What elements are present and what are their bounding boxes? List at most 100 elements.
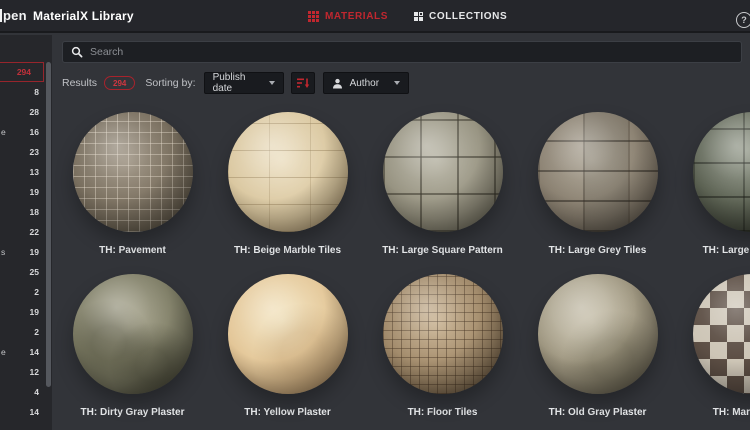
material-sphere-preview[interactable]: [692, 274, 750, 394]
material-card[interactable]: TH: Dirty Gray Plaster: [55, 268, 210, 430]
materials-grid-icon: [308, 11, 319, 22]
sidebar-category-row[interactable]: 28: [0, 102, 52, 122]
sidebar-category-row[interactable]: 2: [0, 282, 52, 302]
material-sphere-preview[interactable]: [537, 112, 658, 232]
material-sphere-preview[interactable]: [72, 274, 193, 394]
material-card[interactable]: TH: Large Grey Tiles: [520, 106, 675, 268]
material-name: TH: Beige Marble Tiles: [233, 245, 342, 256]
sidebar-category-row[interactable]: 22: [0, 222, 52, 242]
materials-grid: TH: Pavement TH: Beige Marble Tiles TH: La…: [55, 106, 750, 430]
category-count: 19: [29, 187, 39, 197]
category-label-fragment: e: [1, 127, 6, 137]
material-name: TH: Pavement: [99, 245, 166, 256]
category-count: 19: [29, 307, 39, 317]
material-card[interactable]: TH: Marble Floor: [675, 268, 750, 430]
material-sphere-preview[interactable]: [382, 274, 503, 394]
sidebar-category-list: 8 28 e 16 23 13 19 18 22 s 19 25 2 19 2 e 14 12 4 14: [0, 82, 52, 422]
category-label-fragment: e: [1, 347, 6, 357]
material-name: TH: Large Square Pattern: [382, 245, 503, 256]
category-count: 8: [34, 87, 39, 97]
logo-fragment-bar: [0, 9, 2, 22]
sidebar-category-row[interactable]: 25: [0, 262, 52, 282]
app-title: MaterialX Library: [33, 9, 134, 23]
category-count: 14: [29, 407, 39, 417]
author-filter-dropdown[interactable]: Author: [322, 72, 409, 94]
material-name: TH: Yellow Plaster: [244, 407, 331, 418]
sorting-by-label: Sorting by:: [145, 77, 196, 89]
search-icon: [71, 46, 83, 58]
sidebar-category-row[interactable]: 13: [0, 162, 52, 182]
category-count: 23: [29, 147, 39, 157]
category-count: 12: [29, 367, 39, 377]
sidebar-category-row[interactable]: e 14: [0, 342, 52, 362]
sidebar-category-row[interactable]: 8: [0, 82, 52, 102]
category-count: 14: [29, 347, 39, 357]
material-card[interactable]: TH: Beige Marble Tiles: [210, 106, 365, 268]
category-sidebar: 294 8 28 e 16 23 13 19 18 22 s 19 25 2 19 2 e 14 12 4 14: [0, 35, 52, 430]
material-sphere-preview[interactable]: [537, 274, 658, 394]
material-card[interactable]: TH: Large Floor Tiles: [675, 106, 750, 268]
sidebar-category-row[interactable]: 19: [0, 182, 52, 202]
category-label-fragment: s: [1, 247, 6, 257]
results-toolbar: Results 294 Sorting by: Publish date Aut…: [62, 71, 409, 95]
search-input[interactable]: [90, 46, 733, 58]
sidebar-scrollbar[interactable]: [46, 62, 51, 387]
sort-field-value: Publish date: [212, 72, 246, 94]
sidebar-category-row[interactable]: 2: [0, 322, 52, 342]
results-label: Results: [62, 77, 98, 89]
category-count: 25: [29, 267, 39, 277]
sidebar-category-row[interactable]: 12: [0, 362, 52, 382]
collections-squares-icon: [414, 12, 423, 21]
category-count: 2: [34, 287, 39, 297]
sidebar-category-row[interactable]: 4: [0, 382, 52, 402]
material-sphere-preview[interactable]: [227, 274, 348, 394]
material-sphere-preview[interactable]: [382, 112, 503, 232]
sort-direction-button[interactable]: [290, 72, 315, 94]
sort-field-dropdown[interactable]: Publish date: [203, 72, 284, 94]
chevron-down-icon: [268, 81, 275, 85]
material-card[interactable]: TH: Yellow Plaster: [210, 268, 365, 430]
category-count: 16: [29, 127, 39, 137]
main-nav-tabs: MATERIALS COLLECTIONS: [308, 0, 507, 33]
material-sphere-preview[interactable]: [227, 112, 348, 232]
material-name: TH: Marble Floor: [712, 407, 750, 418]
tab-collections[interactable]: COLLECTIONS: [414, 11, 507, 22]
material-card[interactable]: TH: Large Square Pattern: [365, 106, 520, 268]
tab-collections-label: COLLECTIONS: [429, 11, 508, 22]
chevron-down-icon: [393, 81, 400, 85]
material-card[interactable]: TH: Old Gray Plaster: [520, 268, 675, 430]
sidebar-category-row[interactable]: 23: [0, 142, 52, 162]
category-count: 2: [34, 327, 39, 337]
category-count: 4: [34, 387, 39, 397]
category-count: 19: [29, 247, 39, 257]
tab-materials-label: MATERIALS: [325, 11, 388, 22]
material-sphere-preview[interactable]: [72, 112, 193, 232]
sidebar-category-row[interactable]: e 16: [0, 122, 52, 142]
author-filter-value: Author: [349, 77, 380, 89]
sort-descending-icon: [296, 78, 309, 88]
gpuopen-logo-fragment[interactable]: pen: [3, 8, 27, 23]
sidebar-category-row[interactable]: 19: [0, 302, 52, 322]
material-name: TH: Dirty Gray Plaster: [80, 407, 185, 418]
material-sphere-preview[interactable]: [692, 112, 750, 232]
category-count: 18: [29, 207, 39, 217]
material-name: TH: Large Floor Tiles: [702, 245, 750, 256]
category-count: 22: [29, 227, 39, 237]
material-name: TH: Old Gray Plaster: [548, 407, 647, 418]
tab-materials[interactable]: MATERIALS: [308, 11, 388, 22]
material-card[interactable]: TH: Pavement: [55, 106, 210, 268]
material-name: TH: Floor Tiles: [407, 407, 478, 418]
sidebar-category-row[interactable]: 18: [0, 202, 52, 222]
material-card[interactable]: TH: Floor Tiles: [365, 268, 520, 430]
person-icon: [332, 78, 342, 88]
category-count: 28: [29, 107, 39, 117]
help-icon[interactable]: ?: [736, 12, 750, 28]
category-count: 294: [16, 67, 31, 77]
sidebar-category-row[interactable]: 14: [0, 402, 52, 422]
material-name: TH: Large Grey Tiles: [548, 245, 647, 256]
sidebar-selected-category[interactable]: 294: [0, 62, 44, 82]
category-count: 13: [29, 167, 39, 177]
sidebar-category-row[interactable]: s 19: [0, 242, 52, 262]
search-bar[interactable]: [62, 41, 742, 63]
top-header: pen MaterialX Library MATERIALS COLLECTI…: [0, 0, 750, 33]
